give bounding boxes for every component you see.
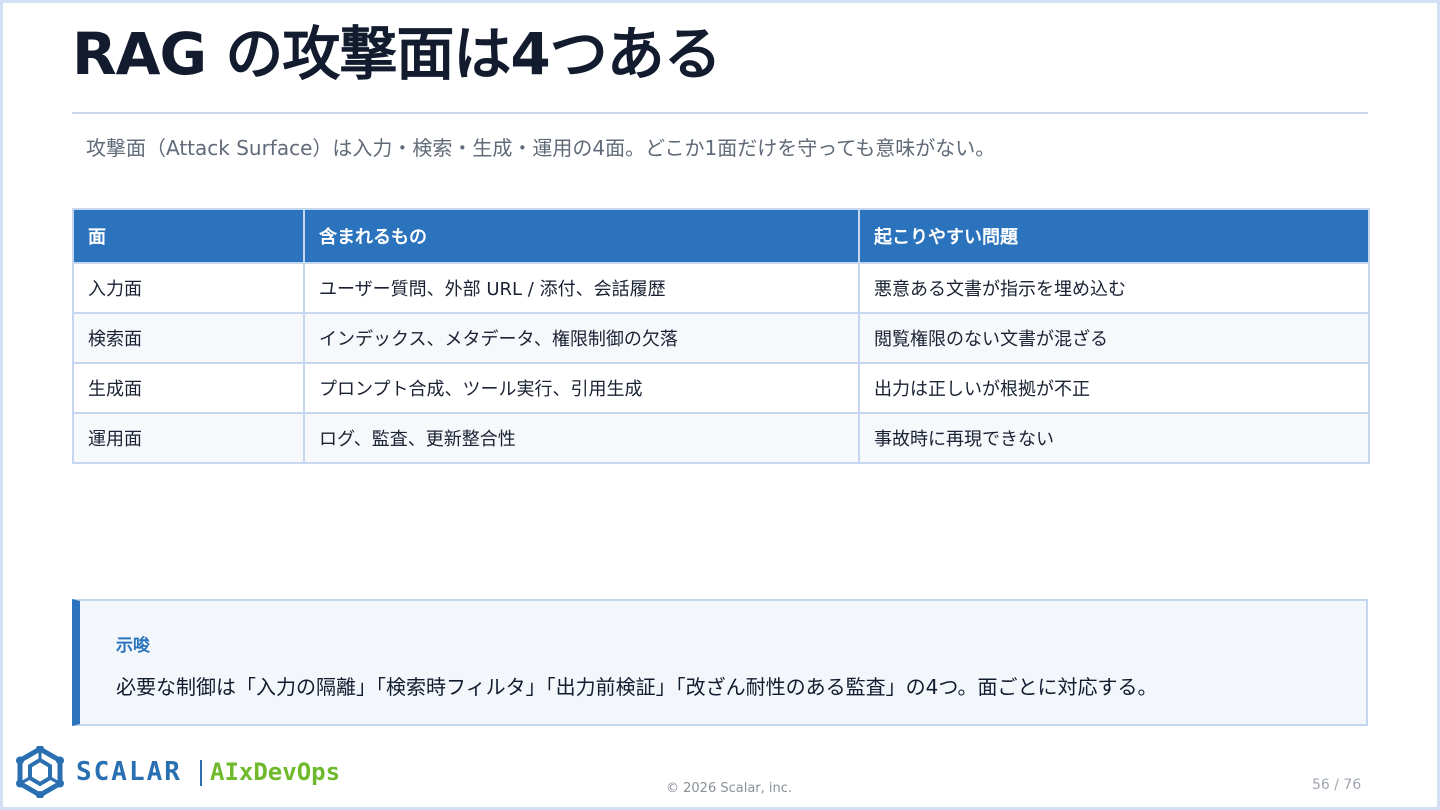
table-cell: ユーザー質問、外部 URL / 添付、会話履歴 [303, 262, 860, 314]
table-cell: 運用面 [72, 412, 305, 464]
table-row: 運用面 ログ、監査、更新整合性 事故時に再現できない [72, 412, 1370, 464]
logo-wordmark-scalar: SCALAR [76, 757, 182, 787]
table-header-row: 面 含まれるもの 起こりやすい問題 [72, 208, 1370, 264]
table-cell: プロンプト合成、ツール実行、引用生成 [303, 362, 860, 414]
table-row: 入力面 ユーザー質問、外部 URL / 添付、会話履歴 悪意ある文書が指示を埋め… [72, 262, 1370, 314]
table-cell: 閲覧権限のない文書が混ざる [858, 312, 1370, 364]
page-number: 56 / 76 [1312, 777, 1362, 793]
scalar-logo: SCALAR AIxDevOps [14, 746, 354, 800]
table-row: 検索面 インデックス、メタデータ、権限制御の欠落 閲覧権限のない文書が混ざる [72, 312, 1370, 364]
callout-label: 示唆 [116, 636, 150, 656]
logo-wordmark-aixdevops: AIxDevOps [210, 758, 341, 786]
header-problems: 起こりやすい問題 [858, 208, 1370, 264]
table-cell: 検索面 [72, 312, 305, 364]
table-cell: ログ、監査、更新整合性 [303, 412, 860, 464]
table-cell: インデックス、メタデータ、権限制御の欠落 [303, 312, 860, 364]
implication-callout: 示唆 必要な制御は「入力の隔離」「検索時フィルタ」「出力前検証」「改ざん耐性のあ… [72, 599, 1368, 726]
table-cell: 事故時に再現できない [858, 412, 1370, 464]
attack-surface-table: 面 含まれるもの 起こりやすい問題 入力面 ユーザー質問、外部 URL / 添付… [72, 208, 1370, 464]
table-row: 生成面 プロンプト合成、ツール実行、引用生成 出力は正しいが根拠が不正 [72, 362, 1370, 414]
table-cell: 悪意ある文書が指示を埋め込む [858, 262, 1370, 314]
table-cell: 生成面 [72, 362, 305, 414]
header-surface: 面 [72, 208, 305, 264]
copyright: © 2026 Scalar, inc. [666, 781, 793, 796]
table-cell: 入力面 [72, 262, 305, 314]
logo-separator [200, 760, 202, 786]
slide-subtitle: 攻撃面（Attack Surface）は入力・検索・生成・運用の4面。どこか1面… [86, 136, 996, 160]
title-divider [72, 112, 1368, 114]
slide-title: RAG の攻撃面は4つある [72, 20, 722, 88]
header-contents: 含まれるもの [303, 208, 860, 264]
table-cell: 出力は正しいが根拠が不正 [858, 362, 1370, 414]
scalar-logo-icon [16, 746, 64, 798]
callout-body: 必要な制御は「入力の隔離」「検索時フィルタ」「出力前検証」「改ざん耐性のある監査… [116, 675, 1158, 699]
